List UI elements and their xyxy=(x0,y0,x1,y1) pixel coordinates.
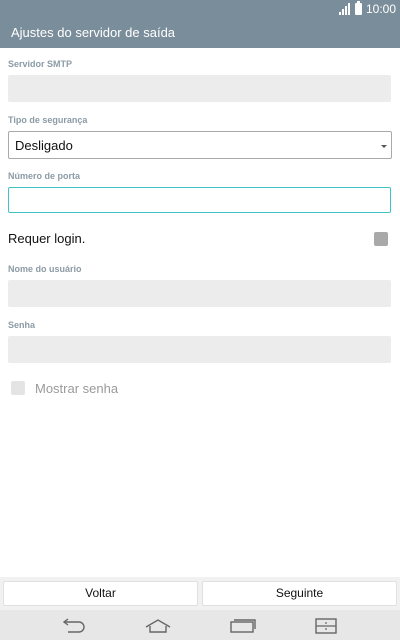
action-bar: Ajustes do servidor de saída xyxy=(0,18,400,48)
smtp-server-input[interactable] xyxy=(8,75,391,102)
requires-login-label: Requer login. xyxy=(8,231,86,246)
security-type-label: Tipo de segurança xyxy=(8,115,88,125)
navigation-bar xyxy=(0,610,400,640)
username-input[interactable] xyxy=(8,280,391,307)
port-number-label: Número de porta xyxy=(8,171,81,181)
sim-menu-icon[interactable] xyxy=(311,617,341,635)
username-label: Nome do usuário xyxy=(8,264,82,274)
battery-icon xyxy=(354,1,362,15)
signal-icon xyxy=(338,3,351,15)
password-label: Senha xyxy=(8,320,36,330)
smtp-server-label: Servidor SMTP xyxy=(8,59,73,69)
page-title: Ajustes do servidor de saída xyxy=(11,25,176,40)
dropdown-arrow-icon xyxy=(381,145,387,148)
security-type-value: Desligado xyxy=(15,138,73,153)
security-type-select[interactable]: Desligado xyxy=(8,131,392,159)
port-number-input[interactable] xyxy=(8,187,391,213)
back-button[interactable]: Voltar xyxy=(3,581,198,606)
status-bar: 10:00 xyxy=(0,0,400,18)
recent-apps-icon[interactable] xyxy=(228,617,258,635)
status-time: 10:00 xyxy=(365,2,396,16)
status-indicators: 10:00 xyxy=(338,1,396,16)
home-icon[interactable] xyxy=(143,617,173,635)
bottom-button-bar: Voltar Seguinte xyxy=(0,577,400,610)
back-arrow-icon[interactable] xyxy=(59,617,89,635)
password-input[interactable] xyxy=(8,336,391,363)
requires-login-checkbox[interactable] xyxy=(374,232,388,246)
show-password-label: Mostrar senha xyxy=(35,381,119,396)
next-button[interactable]: Seguinte xyxy=(202,581,397,606)
show-password-checkbox[interactable] xyxy=(11,381,25,395)
